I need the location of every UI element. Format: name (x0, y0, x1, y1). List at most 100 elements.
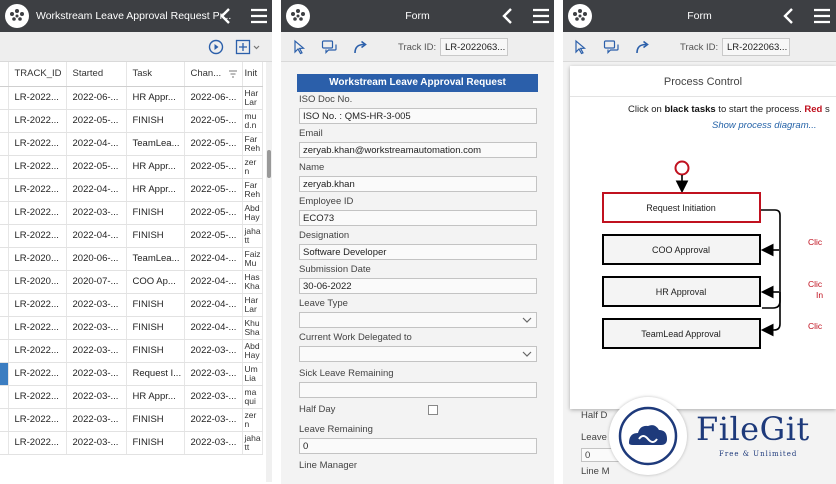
table-row[interactable]: LR-2022... 2022-03-... FINISH 2022-04-... Kh… (0, 316, 263, 340)
track-id-field[interactable]: LR-2022063... (722, 38, 790, 56)
table-row[interactable]: LR-2022... 2022-03-... FINISH 2022-04-... Ha… (0, 293, 263, 317)
half-day-checkbox[interactable] (428, 405, 438, 415)
cell-started: 2022-03-... (66, 362, 127, 386)
process-step-1[interactable]: Request Initiation (602, 192, 761, 223)
track-id-field[interactable]: LR-2022063... (440, 38, 508, 56)
table-row[interactable]: LR-2022... 2022-06-... HR Appr... 2022-06-.… (0, 86, 263, 110)
submission-date-field[interactable]: 30-06-2022 (299, 278, 537, 294)
row-selector[interactable] (0, 339, 9, 363)
leave-type-select[interactable] (299, 312, 537, 328)
table-row[interactable]: LR-2022... 2022-05-... FINISH 2022-05-... mu… (0, 109, 263, 133)
table-row[interactable]: LR-2022... 2022-04-... TeamLea... 2022-05-.… (0, 132, 263, 156)
cell-started: 2022-06-... (66, 86, 127, 110)
form-panel: Form Track ID: LR-2022063... Workstream … (281, 0, 554, 484)
cell-changed: 2022-05-... (184, 155, 243, 179)
scrollbar-thumb[interactable] (267, 150, 271, 178)
column-header-started[interactable]: Started (66, 62, 127, 87)
cell-task: FINISH (126, 316, 185, 340)
table-row[interactable]: LR-2022... 2022-04-... FINISH 2022-05-... ja… (0, 224, 263, 248)
row-selector[interactable] (0, 270, 9, 294)
sick-leave-field[interactable] (299, 382, 537, 398)
cell-track-id: LR-2022... (8, 201, 67, 225)
employee-id-field[interactable]: ECO73 (299, 210, 537, 226)
process-step-2[interactable]: COO Approval (602, 234, 761, 265)
row-selector[interactable] (0, 293, 9, 317)
table-row[interactable]: LR-2022... 2022-03-... FINISH 2022-03-... Ab… (0, 339, 263, 363)
cell-track-id: LR-2022... (8, 109, 67, 133)
table-row[interactable]: LR-2022... 2022-05-... HR Appr... 2022-05-.… (0, 155, 263, 179)
email-field[interactable]: zeryab.khan@workstreamautomation.com (299, 142, 537, 158)
row-selector[interactable] (0, 362, 9, 386)
table-row[interactable]: LR-2022... 2022-04-... HR Appr... 2022-05-.… (0, 178, 263, 202)
cell-initiator: Faiz Mu (242, 247, 263, 271)
table-row[interactable]: LR-2020... 2020-07-... COO Ap... 2022-04-..… (0, 270, 263, 294)
hamburger-menu-icon[interactable] (531, 7, 551, 25)
cell-task: HR Appr... (126, 385, 185, 409)
cell-started: 2022-04-... (66, 178, 127, 202)
cursor-icon[interactable] (572, 39, 590, 55)
process-step-3[interactable]: HR Approval (602, 276, 761, 307)
show-process-diagram-link[interactable]: Show process diagram... (712, 120, 817, 131)
table-row[interactable]: LR-2020... 2020-06-... TeamLea... 2022-04-.… (0, 247, 263, 271)
leave-remaining-field[interactable]: 0 (299, 438, 537, 454)
forward-icon[interactable] (634, 39, 652, 55)
row-selector[interactable] (0, 385, 9, 409)
row-selector[interactable] (0, 155, 9, 179)
chevron-left-icon[interactable] (216, 6, 236, 26)
chevron-left-icon[interactable] (779, 6, 799, 26)
leave-remaining-label: Leave (581, 432, 607, 443)
row-selector[interactable] (0, 247, 9, 271)
table-row[interactable]: LR-2022... 2022-03-... FINISH 2022-03-... ze… (0, 408, 263, 432)
cell-track-id: LR-2022... (8, 86, 67, 110)
table-row[interactable]: LR-2022... 2022-03-... FINISH 2022-03-... ja… (0, 431, 263, 455)
cell-initiator: Far Reh (242, 178, 263, 202)
comments-icon[interactable] (321, 39, 339, 55)
designation-field[interactable]: Software Developer (299, 244, 537, 260)
cell-changed: 2022-03-... (184, 431, 243, 455)
name-field[interactable]: zeryab.khan (299, 176, 537, 192)
play-icon[interactable] (207, 39, 225, 55)
cell-initiator: jaha tt (242, 431, 263, 455)
hamburger-menu-icon[interactable] (249, 7, 269, 25)
row-selector[interactable] (0, 109, 9, 133)
process-step-4[interactable]: TeamLead Approval (602, 318, 761, 349)
row-selector[interactable] (0, 408, 9, 432)
cell-started: 2022-05-... (66, 109, 127, 133)
row-selector[interactable] (0, 132, 9, 156)
iso-doc-field[interactable]: ISO No. : QMS-HR-3-005 (299, 108, 537, 124)
process-control-dialog: Process Control Click on black tasks to … (570, 66, 836, 409)
caret-down-icon (522, 317, 532, 323)
sort-icon[interactable] (229, 70, 238, 78)
leave-remaining-label: Leave Remaining (299, 424, 373, 435)
table-row[interactable]: LR-2022... 2022-03-... HR Appr... 2022-03-.… (0, 385, 263, 409)
add-column-icon[interactable] (235, 39, 263, 55)
cell-initiator: Har Lar (242, 293, 263, 317)
column-header-initiator[interactable]: Init (242, 62, 263, 87)
comments-icon[interactable] (603, 39, 621, 55)
row-selector[interactable] (0, 224, 9, 248)
column-header-task[interactable]: Task (126, 62, 185, 87)
column-header-changed[interactable]: Chan... (184, 62, 243, 87)
click-hint: Clic (808, 237, 823, 247)
half-day-label: Half Day (299, 404, 336, 415)
row-selector[interactable] (0, 201, 9, 225)
hamburger-menu-icon[interactable] (812, 7, 832, 25)
forward-icon[interactable] (352, 39, 370, 55)
table-row[interactable]: LR-2022... 2022-03-... Request I... 2022-03… (0, 362, 263, 386)
chevron-left-icon[interactable] (498, 6, 518, 26)
delegated-to-select[interactable] (299, 346, 537, 362)
cell-started: 2022-03-... (66, 316, 127, 340)
row-selector[interactable] (0, 316, 9, 340)
cell-changed: 2022-04-... (184, 270, 243, 294)
cell-initiator: ma qui (242, 385, 263, 409)
cursor-icon[interactable] (291, 39, 309, 55)
row-selector[interactable] (0, 178, 9, 202)
cell-task: FINISH (126, 339, 185, 363)
table-row[interactable]: LR-2022... 2022-03-... FINISH 2022-05-... Ab… (0, 201, 263, 225)
row-selector[interactable] (0, 86, 9, 110)
column-header-track-id[interactable]: TRACK_ID (8, 62, 67, 87)
leave-request-form: Workstream Leave Approval Request ISO Do… (295, 62, 543, 484)
row-selector[interactable] (0, 431, 9, 455)
cell-task: FINISH (126, 431, 185, 455)
cell-started: 2020-07-... (66, 270, 127, 294)
